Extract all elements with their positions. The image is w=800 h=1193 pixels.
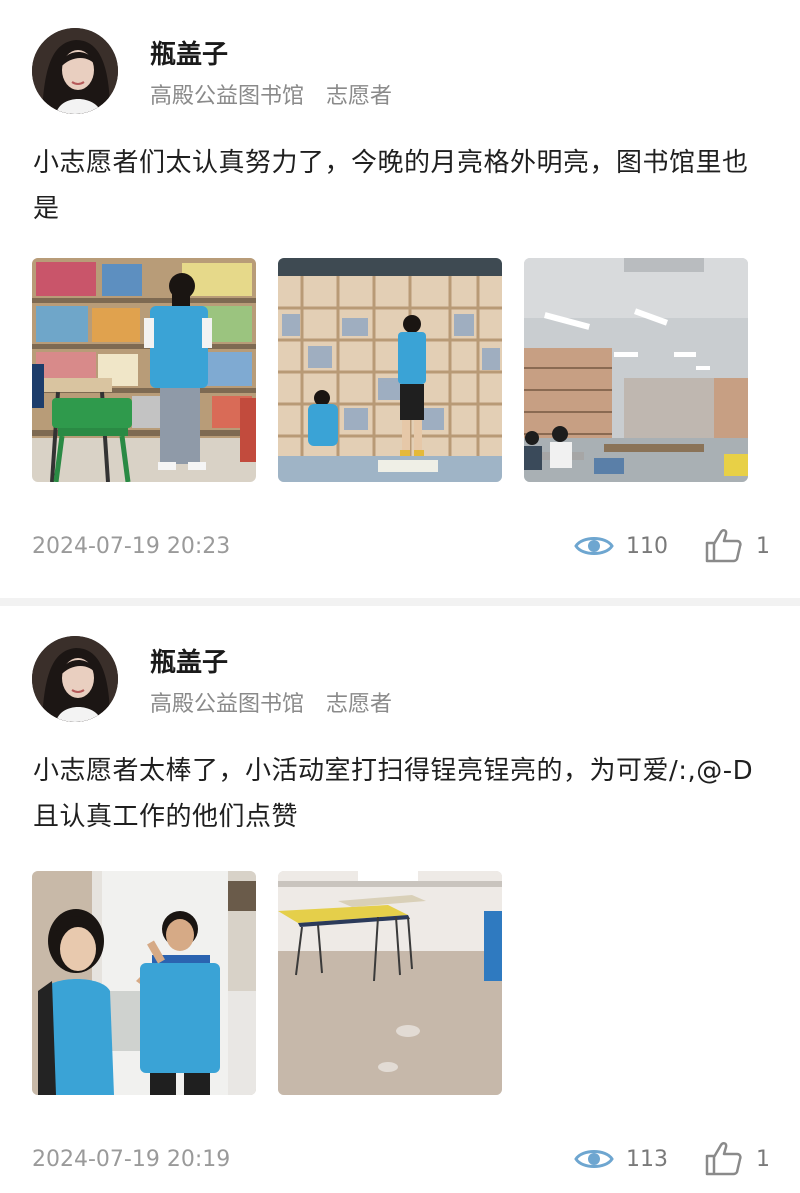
avatar[interactable] [32,28,118,114]
post-footer: 2024-07-19 20:19 113 1 [32,1139,770,1179]
like-button[interactable]: 1 [704,528,770,564]
role-label: 志愿者 [326,84,393,109]
photo-thumbnail[interactable] [278,871,502,1095]
like-button[interactable]: 1 [704,1141,770,1177]
post-card[interactable]: 瓶盖子 高殿公益图书馆 志愿者 小志愿者们太认真努力了，今晚的月亮格外明亮，图书馆… [0,0,800,598]
view-count-value: 113 [626,1146,668,1172]
org-label[interactable]: 高殿公益图书馆 [150,84,304,109]
photo-thumbnail[interactable] [278,258,502,482]
eye-icon [574,1150,614,1168]
photo-thumbnail[interactable] [32,871,256,1095]
eye-icon [574,537,614,555]
author-name[interactable]: 瓶盖子 [150,642,228,679]
author-meta: 高殿公益图书馆 志愿者 [150,686,392,718]
post-card[interactable]: 瓶盖子 高殿公益图书馆 志愿者 小志愿者太棒了，小活动室打扫得锃亮锃亮的，为可爱/… [0,606,800,1193]
post-time: 2024-07-19 20:19 [32,1146,231,1172]
post-text: 小志愿者们太认真努力了，今晚的月亮格外明亮，图书馆里也是 [33,148,749,224]
photo-thumbnail[interactable] [32,258,256,482]
view-count: 110 [574,532,668,560]
like-count-value: 1 [756,533,770,559]
post-text: 小志愿者太棒了，小活动室打扫得锃亮锃亮的，为可爱/:,@-D且认真工作的他们点赞 [33,756,754,832]
view-count: 113 [574,1145,668,1173]
org-label[interactable]: 高殿公益图书馆 [150,692,304,717]
post-footer: 2024-07-19 20:23 110 1 [32,526,770,566]
thumbs-up-icon [705,529,742,563]
author-meta: 高殿公益图书馆 志愿者 [150,78,392,110]
like-count-value: 1 [756,1146,770,1172]
post-separator [0,598,800,606]
view-count-value: 110 [626,533,668,559]
role-label: 志愿者 [326,692,393,717]
photo-thumbnail[interactable] [524,258,748,482]
avatar[interactable] [32,636,118,722]
author-name[interactable]: 瓶盖子 [150,34,228,71]
thumbs-up-icon [705,1142,742,1176]
post-time: 2024-07-19 20:23 [32,533,231,559]
